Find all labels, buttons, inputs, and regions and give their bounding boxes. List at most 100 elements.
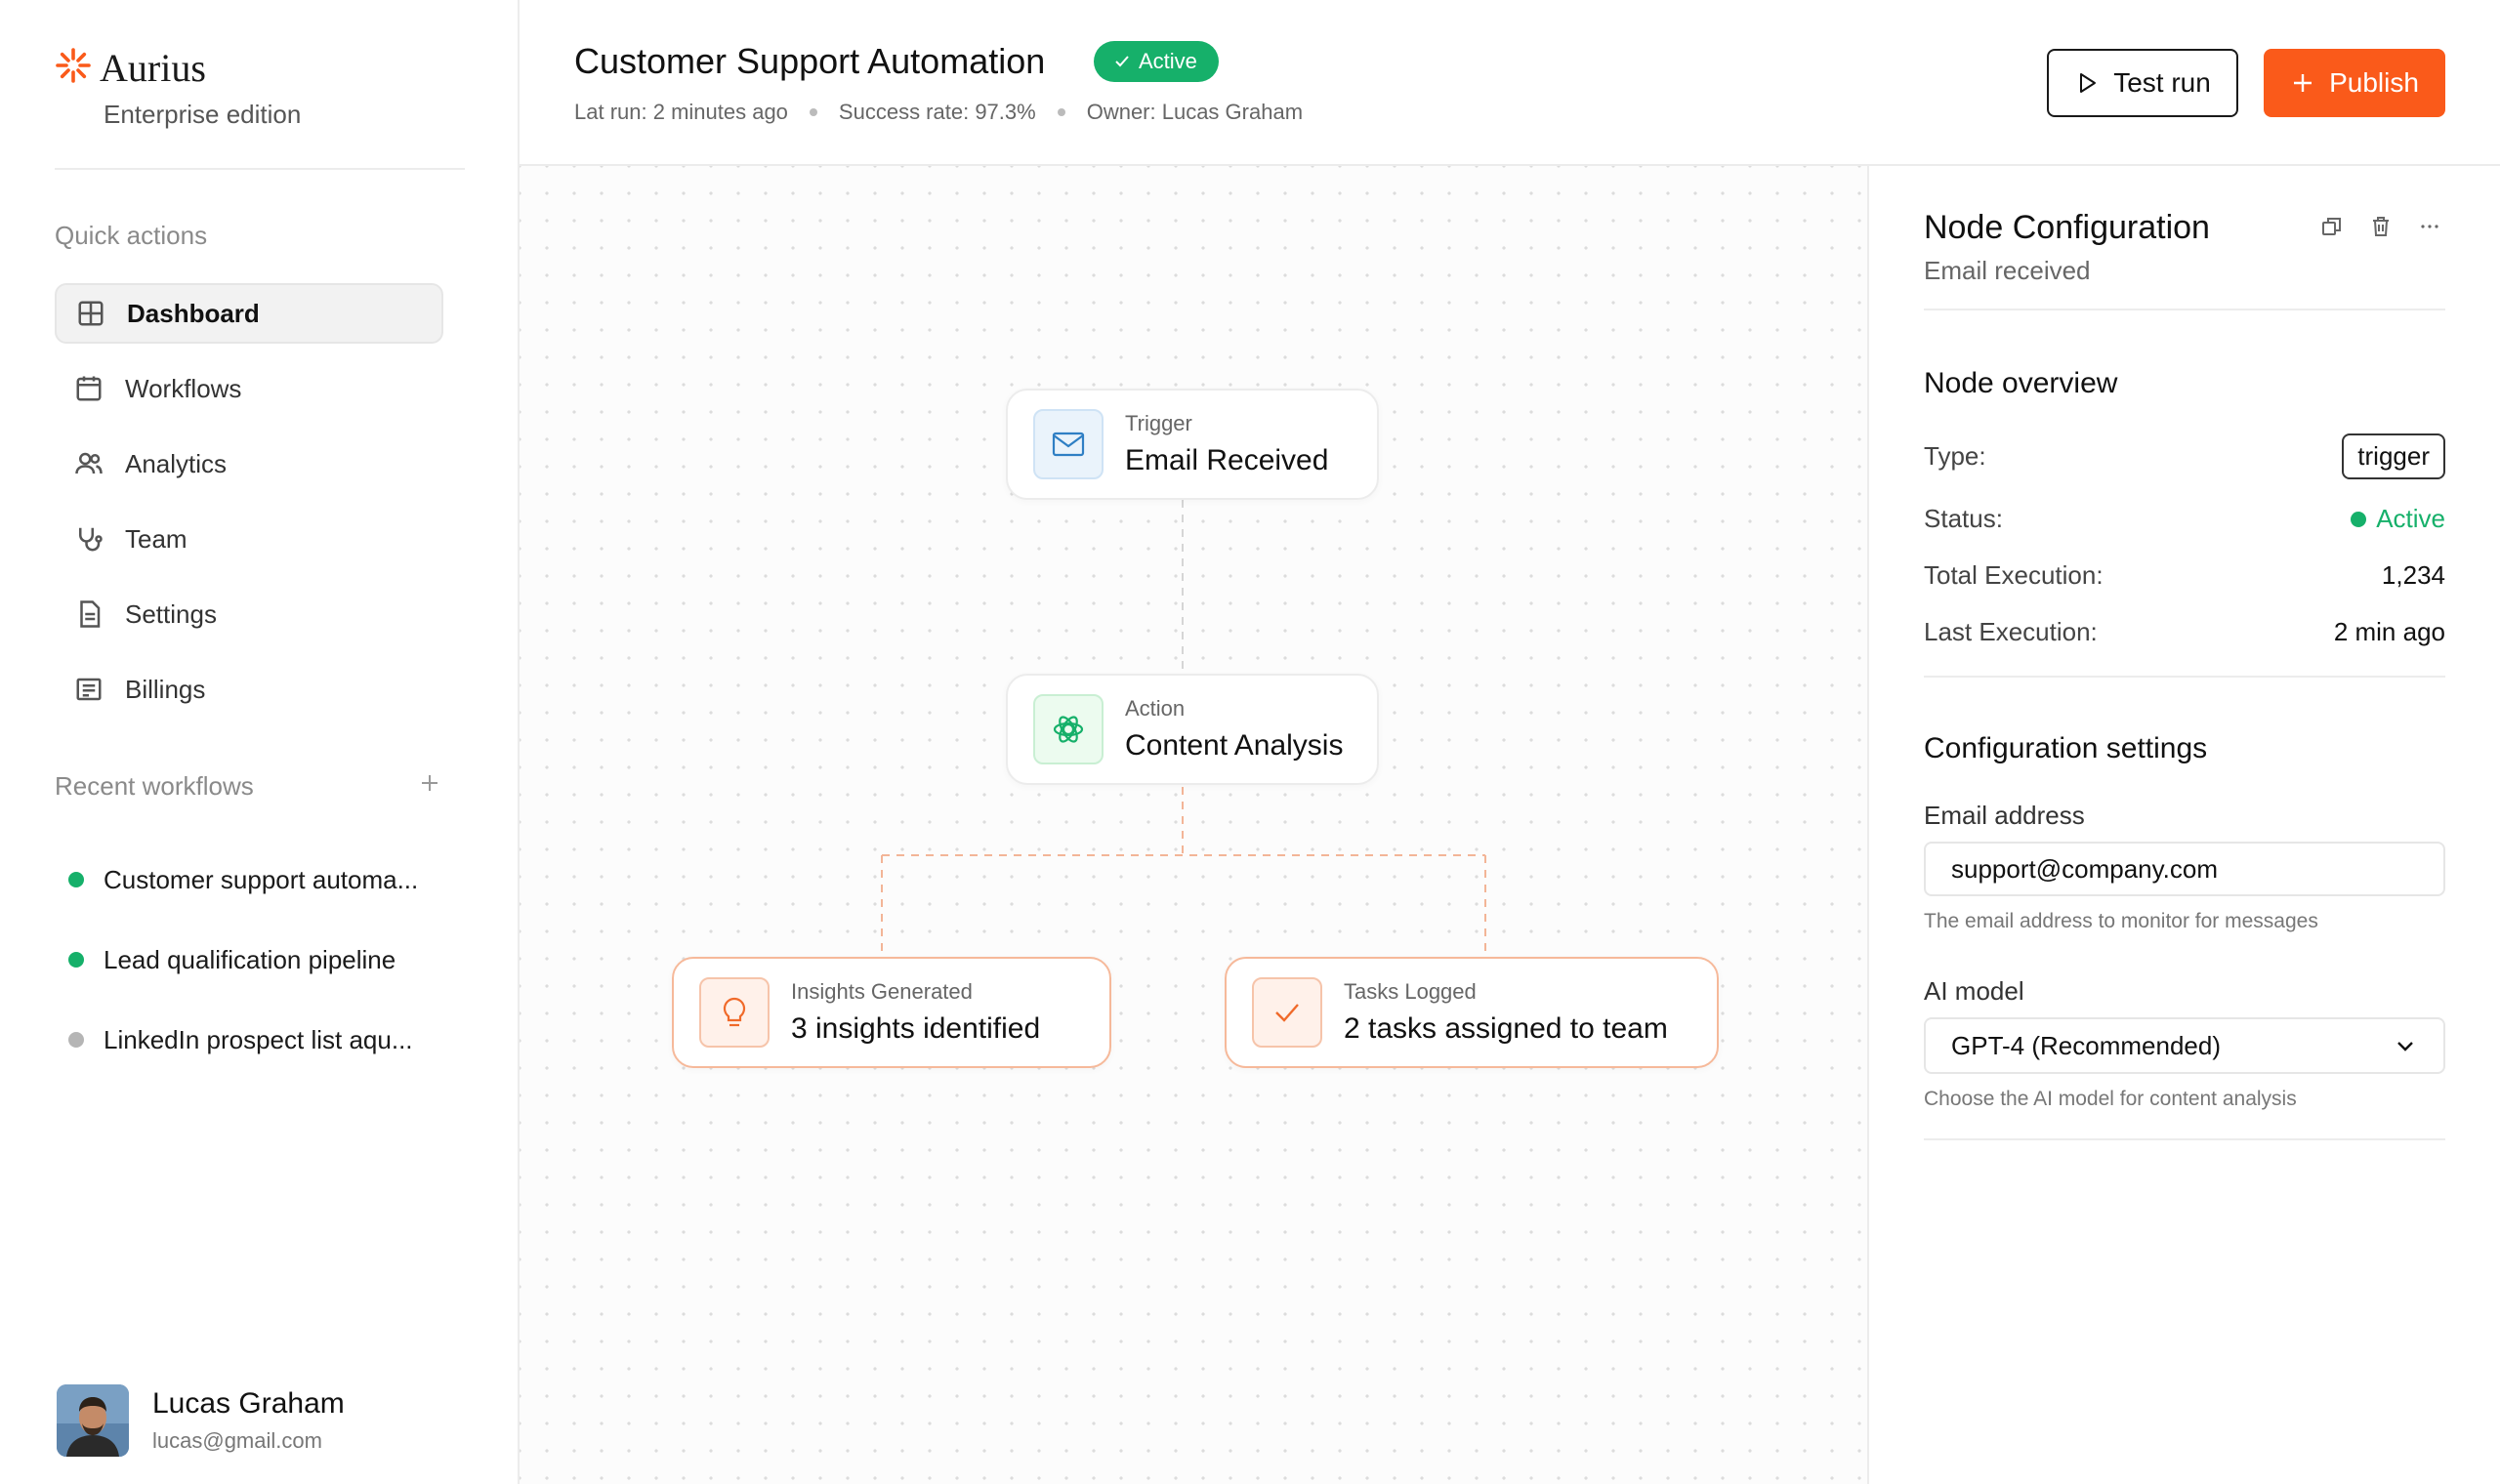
node-title: 3 insights identified (791, 1012, 1041, 1045)
last-execution-value: 2 min ago (2333, 617, 2445, 646)
test-run-button[interactable]: Test run (2047, 49, 2238, 117)
recent-workflow-label: Customer support automa... (104, 864, 419, 894)
total-execution-key: Total Execution: (1924, 560, 2104, 590)
divider (1924, 309, 2445, 310)
panel-subtitle: Email received (1924, 256, 2091, 285)
email-field-value: support@company.com (1951, 853, 2219, 884)
divider (1924, 1138, 2445, 1140)
node-label: Insights Generated (791, 979, 973, 1004)
chevron-down-icon (2397, 1042, 2413, 1051)
node-overview-heading: Node overview (1924, 367, 2118, 399)
node-label: Trigger (1125, 411, 1192, 435)
sidebar-item-dashboard[interactable]: Dashboard (55, 283, 443, 344)
recent-workflow-item[interactable]: Lead qualification pipeline (68, 920, 459, 1000)
sidebar-item-workflows[interactable]: Workflows (55, 358, 443, 419)
sidebar-item-settings[interactable]: Settings (55, 584, 443, 644)
separator-dot (809, 108, 817, 116)
avatar (57, 1384, 129, 1457)
node-title: Content Analysis (1125, 729, 1344, 762)
type-row: Type: trigger (1924, 433, 2445, 479)
mail-icon (1033, 409, 1104, 479)
sidebar-item-label: Analytics (125, 448, 228, 478)
brand-name: Aurius (100, 46, 206, 90)
more-icon[interactable] (2416, 213, 2443, 240)
email-field[interactable]: support@company.com (1924, 842, 2445, 896)
type-key: Type: (1924, 441, 1986, 471)
status-value-label: Active (2376, 504, 2445, 533)
ai-model-help-text: Choose the AI model for content analysis (1924, 1088, 2297, 1110)
status-badge-label: Active (1139, 49, 1197, 73)
brand[interactable]: Aurius (55, 45, 206, 91)
ai-model-select[interactable]: GPT-4 (Recommended) (1924, 1017, 2445, 1074)
email-address-label: Email address (1924, 801, 2085, 830)
ai-sparkle-icon (1033, 694, 1104, 764)
quick-actions-label: Quick actions (55, 221, 208, 250)
owner: Owner: Lucas Graham (1086, 100, 1304, 124)
total-execution-row: Total Execution: 1,234 (1924, 560, 2445, 591)
sidebar-item-label: Dashboard (127, 298, 260, 328)
insights-node[interactable]: Insights Generated 3 insights identified (672, 957, 1111, 1068)
action-node[interactable]: Action Content Analysis (1006, 674, 1379, 785)
divider (55, 168, 465, 170)
status-key: Status: (1924, 504, 2003, 533)
recent-workflows-list: Customer support automa... Lead qualific… (68, 840, 459, 1080)
trigger-node[interactable]: Trigger Email Received (1006, 389, 1379, 500)
page-title: Customer Support Automation (574, 41, 1046, 81)
node-title: Email Received (1125, 444, 1329, 476)
total-execution-value: 1,234 (2381, 560, 2445, 590)
status-dot (68, 1032, 84, 1048)
ai-model-value: GPT-4 (Recommended) (1951, 1030, 2221, 1060)
last-run: Lat run: 2 minutes ago (574, 100, 788, 124)
success-rate: Success rate: 97.3% (838, 100, 1036, 124)
user-profile[interactable]: Lucas Graham lucas@gmail.com (57, 1384, 345, 1457)
trash-icon[interactable] (2367, 213, 2395, 240)
recent-workflows-label: Recent workflows (55, 771, 254, 801)
status-dot (2351, 511, 2367, 527)
panel-title: Node Configuration (1924, 209, 2210, 246)
status-value: Active (2351, 504, 2445, 534)
sidebar-item-team[interactable]: Team (55, 509, 443, 569)
workflow-header: Customer Support Automation Active Lat r… (520, 0, 2500, 166)
tasks-node[interactable]: Tasks Logged 2 tasks assigned to team (1225, 957, 1719, 1068)
receipt-icon (76, 678, 102, 701)
node-label: Action (1125, 696, 1186, 721)
configuration-settings-heading: Configuration settings (1924, 732, 2208, 764)
workflow-canvas[interactable]: Trigger Email Received Action Content An… (520, 166, 1867, 1484)
node-configuration-panel: Node Configuration Email received Node o… (1867, 166, 2500, 1484)
status-row: Status: Active (1924, 504, 2445, 534)
sidebar-item-label: Workflows (125, 373, 242, 403)
document-icon (80, 600, 101, 628)
recent-workflow-item[interactable]: LinkedIn prospect list aqu... (68, 1000, 459, 1080)
stethoscope-icon (79, 527, 103, 552)
node-label: Tasks Logged (1344, 979, 1477, 1004)
sidebar-item-label: Settings (125, 598, 217, 629)
user-email: lucas@gmail.com (152, 1428, 322, 1453)
last-execution-row: Last Execution: 2 min ago (1924, 617, 2445, 647)
last-execution-key: Last Execution: (1924, 617, 2098, 646)
status-badge: Active (1094, 41, 1219, 82)
sidebar-item-analytics[interactable]: Analytics (55, 433, 443, 494)
user-name: Lucas Graham (152, 1387, 345, 1420)
duplicate-icon[interactable] (2318, 213, 2346, 240)
divider (1924, 676, 2445, 678)
aurius-logo-icon (55, 47, 92, 89)
check-icon (1115, 56, 1129, 67)
type-value: trigger (2342, 433, 2445, 479)
sidebar-item-billings[interactable]: Billings (55, 659, 443, 720)
play-icon (2080, 73, 2097, 93)
plus-icon (2294, 74, 2312, 92)
sidebar: Aurius Enterprise edition Quick actions … (0, 0, 520, 1484)
recent-workflow-label: LinkedIn prospect list aqu... (104, 1024, 413, 1054)
test-run-label: Test run (2113, 67, 2211, 98)
users-icon (75, 452, 103, 474)
recent-workflow-item[interactable]: Customer support automa... (68, 840, 459, 920)
run-meta: Lat run: 2 minutes ago Success rate: 97.… (574, 100, 1303, 125)
publish-button[interactable]: Publish (2264, 49, 2445, 117)
separator-dot (1057, 108, 1065, 116)
panel-toolbar (2318, 213, 2443, 240)
node-title: 2 tasks assigned to team (1344, 1012, 1668, 1045)
grid-icon (78, 301, 104, 326)
plus-icon[interactable] (414, 767, 445, 799)
ai-model-label: AI model (1924, 976, 2024, 1006)
node-connectors (881, 500, 1486, 957)
